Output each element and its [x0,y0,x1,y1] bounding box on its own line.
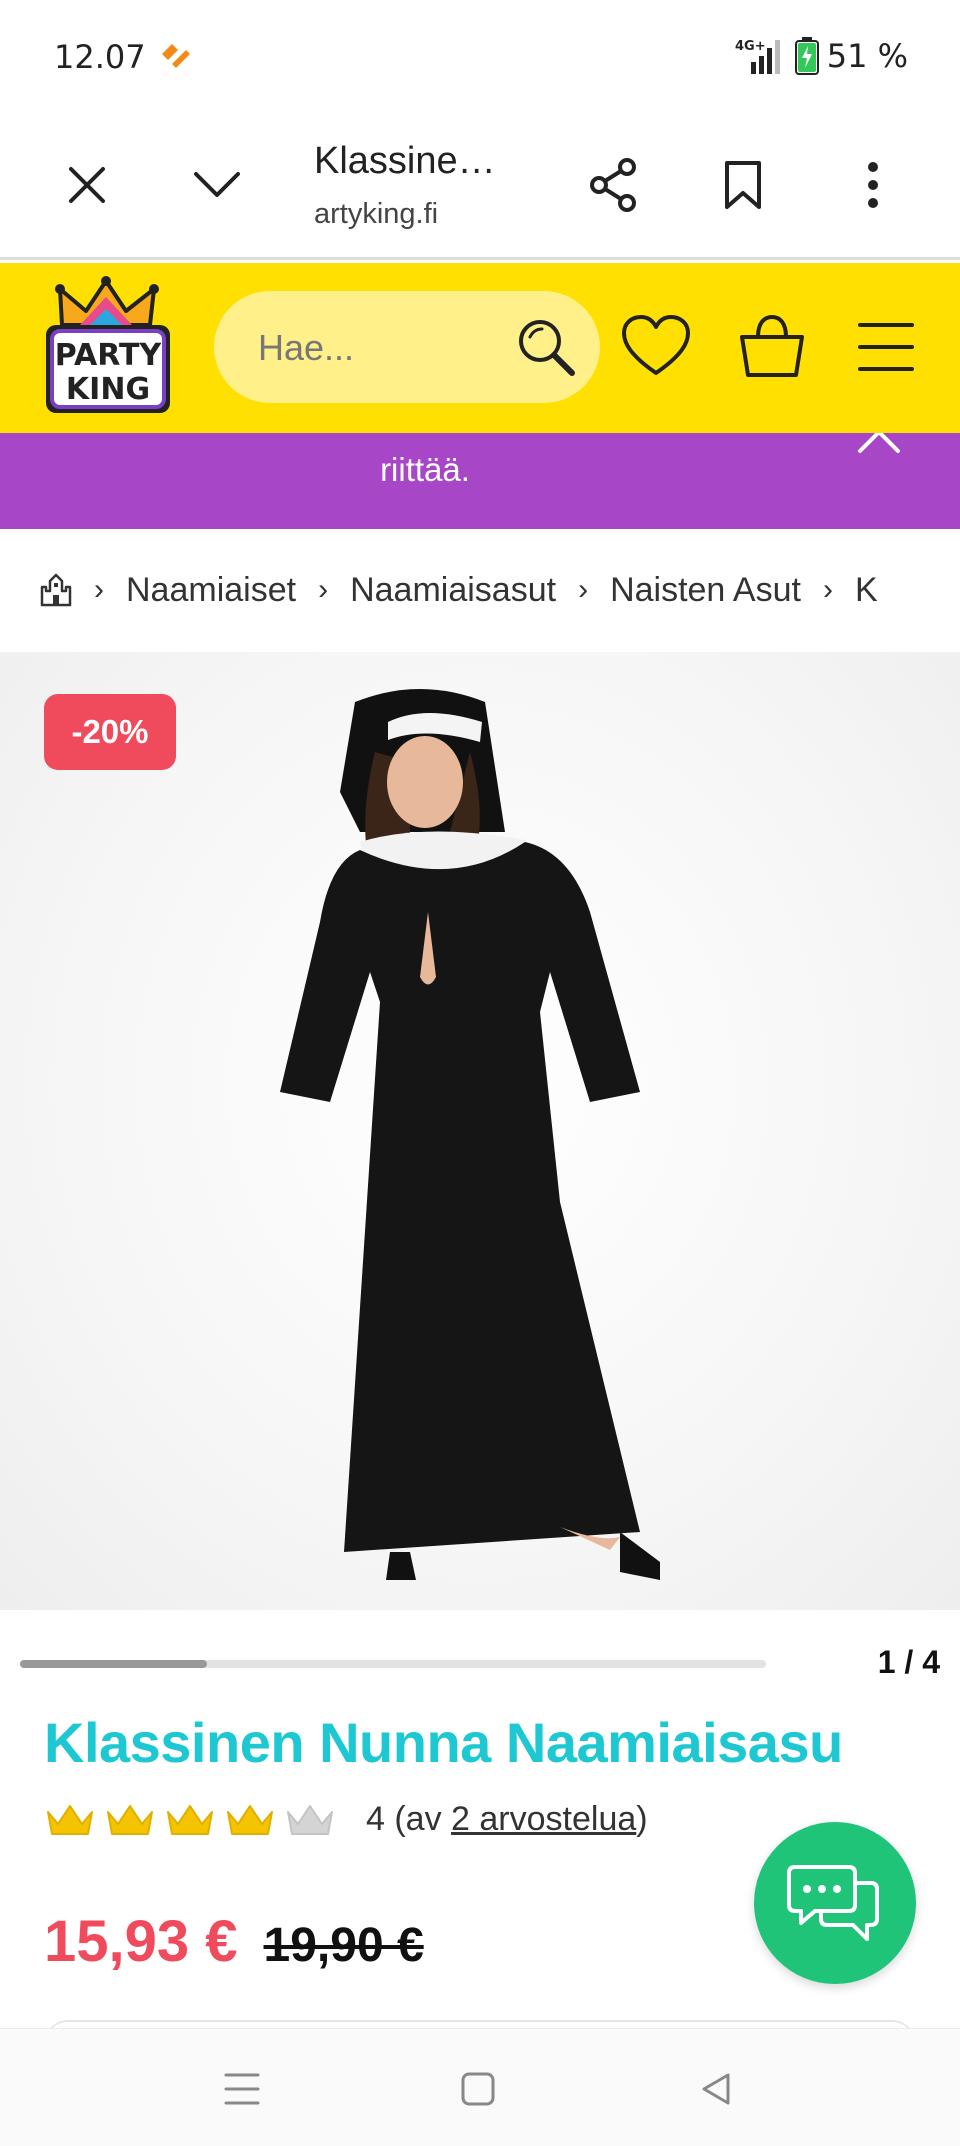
app-notification-icon [162,44,190,68]
product-photo [280,689,660,1580]
reviews-link[interactable]: 2 arvostelua [451,1800,636,1838]
discount-badge: -20% [44,694,176,770]
heart-icon[interactable] [620,311,692,383]
hamburger-menu-icon[interactable] [850,311,922,383]
rating-score: 4 (av [366,1800,452,1838]
promo-text-clipped-line [60,433,780,437]
product-rating: 4 (av 2 arvostelua) [44,1800,648,1839]
status-indicators: 4G+ 51 % [729,36,908,76]
close-icon[interactable] [854,433,904,457]
promo-banner: riittää. [0,433,960,529]
browser-menu-button[interactable] [838,150,908,220]
product-title: Klassinen Nunna Naamiaisasu [44,1711,843,1774]
crown-filled-icon [47,1804,93,1835]
crown-filled-icon [107,1804,153,1835]
chevron-right-icon: › [822,573,833,606]
battery-icon [794,37,819,75]
search-box[interactable]: Hae... [214,291,600,403]
system-navigation-bar [0,2028,960,2146]
gallery-counter: 1 / 4 [877,1644,940,1680]
chat-bubbles-icon [787,1865,879,1941]
back-button[interactable] [686,2059,746,2119]
bookmark-icon [725,161,761,209]
status-time: 12.07 [54,38,146,76]
breadcrumb-item[interactable]: Naisten Asut [610,571,801,610]
recent-apps-button[interactable] [212,2059,272,2119]
breadcrumb-item[interactable]: Naamiaiset [126,571,296,610]
home-square-icon [461,2072,495,2106]
home-button[interactable] [448,2059,508,2119]
share-icon [590,158,636,212]
breadcrumb-item[interactable]: Naamiaisasut [350,571,556,610]
status-bar: 12.07 4G+ 51 % [0,0,960,110]
bookmark-button[interactable] [708,150,778,220]
crown-filled-icon [227,1804,273,1835]
signal-icon: 4G+ [735,39,780,74]
promo-text: riittää. [380,451,470,488]
tabs-dropdown-button[interactable] [182,150,252,220]
current-price: 15,93 € [44,1909,238,1974]
rating-suffix: ) [636,1800,648,1838]
share-button[interactable] [578,150,648,220]
browser-toolbar: Klassine… artyking.fi [0,110,960,260]
home-castle-icon[interactable] [40,573,72,607]
price-row: 15,93 € 19,90 € [44,1908,424,1975]
svg-text:4G+: 4G+ [735,39,766,54]
rating-crowns [44,1802,344,1838]
svg-text:KING: KING [66,372,150,407]
chevron-right-icon: › [578,573,589,606]
site-header: PARTY KING Hae... [0,263,960,433]
battery-percent: 51 % [826,37,908,75]
close-tab-button[interactable] [52,150,122,220]
breadcrumb: › Naamiaiset › Naamiaisasut › Naisten As… [40,560,960,620]
chevron-right-icon: › [94,573,104,606]
recent-apps-icon [224,2073,260,2105]
back-triangle-icon [702,2073,730,2105]
gallery-scrollbar[interactable] [20,1660,766,1668]
party-king-logo[interactable]: PARTY KING [40,275,176,421]
chevron-down-icon [194,172,240,197]
basket-icon[interactable] [736,311,808,383]
chevron-right-icon: › [318,573,329,606]
gallery-scrollbar-thumb[interactable] [20,1660,207,1668]
crown-empty-icon [287,1804,333,1835]
more-vert-icon [868,162,878,208]
chat-button[interactable] [754,1822,916,1984]
svg-text:PARTY: PARTY [55,338,163,373]
page-url[interactable]: artyking.fi [314,198,438,231]
search-icon[interactable] [514,315,578,379]
crown-filled-icon [167,1804,213,1835]
product-image-gallery[interactable]: -20% [0,652,960,1610]
original-price: 19,90 € [263,1919,424,1972]
search-input[interactable]: Hae... [258,327,354,369]
rating-text: 4 (av 2 arvostelua) [366,1800,648,1839]
page-title[interactable]: Klassine… [314,140,496,183]
breadcrumb-item[interactable]: K [855,571,878,610]
close-icon [69,167,105,203]
